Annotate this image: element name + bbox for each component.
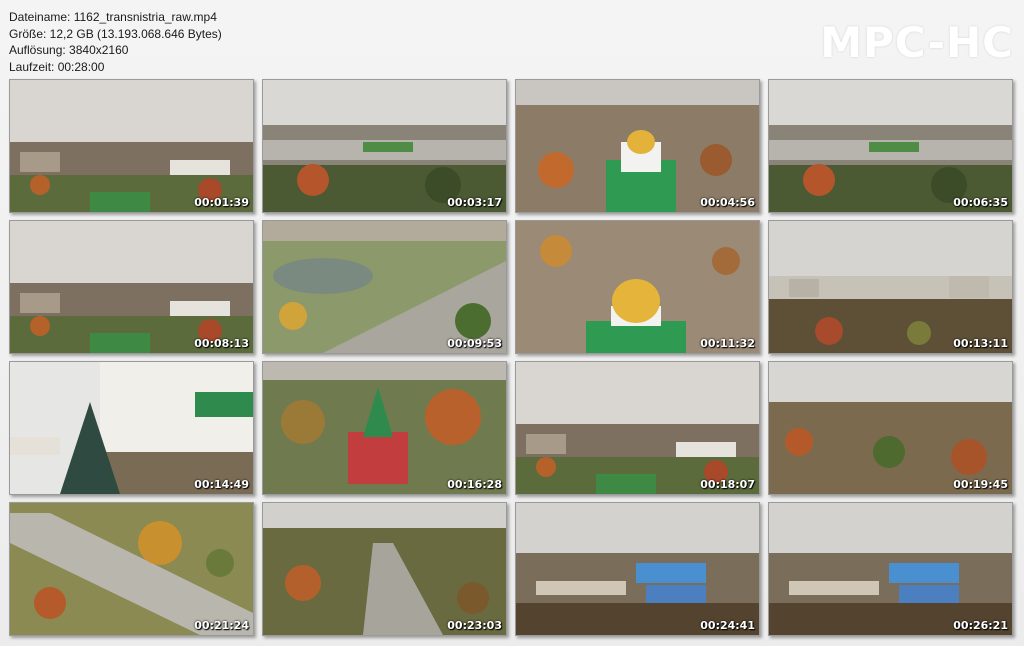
video-thumbnail: 00:26:21 bbox=[768, 502, 1013, 636]
video-thumbnail: 00:11:32 bbox=[515, 220, 760, 354]
thumbnail-image bbox=[516, 221, 759, 353]
thumbnail-image bbox=[516, 503, 759, 635]
thumbnail-timestamp: 00:14:49 bbox=[194, 478, 249, 491]
file-resolution: Auflösung: 3840x2160 bbox=[9, 43, 129, 57]
video-thumbnail: 00:06:35 bbox=[768, 79, 1013, 213]
thumbnail-image bbox=[263, 221, 506, 353]
thumbnail-image bbox=[263, 80, 506, 212]
mpc-hc-logo: MPC-HC bbox=[820, 18, 1014, 67]
thumbnail-timestamp: 00:03:17 bbox=[447, 196, 502, 209]
thumbnail-image bbox=[769, 503, 1012, 635]
thumbnail-timestamp: 00:04:56 bbox=[700, 196, 755, 209]
video-thumbnail: 00:13:11 bbox=[768, 220, 1013, 354]
thumbnail-image bbox=[263, 362, 506, 494]
thumbnail-timestamp: 00:01:39 bbox=[194, 196, 249, 209]
video-thumbnail: 00:16:28 bbox=[262, 361, 507, 495]
video-thumbnail: 00:14:49 bbox=[9, 361, 254, 495]
video-thumbnail: 00:03:17 bbox=[262, 79, 507, 213]
thumbnail-timestamp: 00:24:41 bbox=[700, 619, 755, 632]
thumbnail-image bbox=[769, 362, 1012, 494]
thumbnail-timestamp: 00:08:13 bbox=[194, 337, 249, 350]
video-thumbnail: 00:19:45 bbox=[768, 361, 1013, 495]
thumbnail-timestamp: 00:16:28 bbox=[447, 478, 502, 491]
thumbnail-image bbox=[10, 221, 253, 353]
file-name: Dateiname: 1162_transnistria_raw.mp4 bbox=[9, 10, 217, 24]
thumbnail-image bbox=[516, 362, 759, 494]
thumbnail-timestamp: 00:09:53 bbox=[447, 337, 502, 350]
thumbnail-timestamp: 00:21:24 bbox=[194, 619, 249, 632]
thumbnail-image bbox=[10, 80, 253, 212]
thumbnail-timestamp: 00:26:21 bbox=[953, 619, 1008, 632]
thumbnail-timestamp: 00:11:32 bbox=[700, 337, 755, 350]
thumbnail-timestamp: 00:06:35 bbox=[953, 196, 1008, 209]
thumbnail-image bbox=[263, 503, 506, 635]
video-thumbnail: 00:18:07 bbox=[515, 361, 760, 495]
thumbnail-grid: 00:01:39 00:03:17 00:04:56 00:06:35 00:0… bbox=[9, 79, 1017, 636]
thumbnail-timestamp: 00:23:03 bbox=[447, 619, 502, 632]
thumbnail-timestamp: 00:18:07 bbox=[700, 478, 755, 491]
video-thumbnail: 00:24:41 bbox=[515, 502, 760, 636]
video-thumbnail: 00:04:56 bbox=[515, 79, 760, 213]
thumbnail-image bbox=[10, 503, 253, 635]
file-duration: Laufzeit: 00:28:00 bbox=[9, 59, 105, 74]
video-thumbnail: 00:01:39 bbox=[9, 79, 254, 213]
file-size: Größe: 12,2 GB (13.193.068.646 Bytes) bbox=[9, 26, 222, 41]
video-thumbnail: 00:21:24 bbox=[9, 502, 254, 636]
video-thumbnail: 00:23:03 bbox=[262, 502, 507, 636]
thumbnail-image bbox=[10, 362, 253, 494]
video-thumbnail: 00:08:13 bbox=[9, 220, 254, 354]
thumbnail-image bbox=[516, 80, 759, 212]
thumbnail-timestamp: 00:19:45 bbox=[953, 478, 1008, 491]
thumbnail-timestamp: 00:13:11 bbox=[953, 337, 1008, 350]
thumbnail-image bbox=[769, 221, 1012, 353]
file-info: Dateiname: 1162_transnistria_raw.mp4 Grö… bbox=[9, 9, 222, 75]
video-thumbnail: 00:09:53 bbox=[262, 220, 507, 354]
thumbnail-image bbox=[769, 80, 1012, 212]
